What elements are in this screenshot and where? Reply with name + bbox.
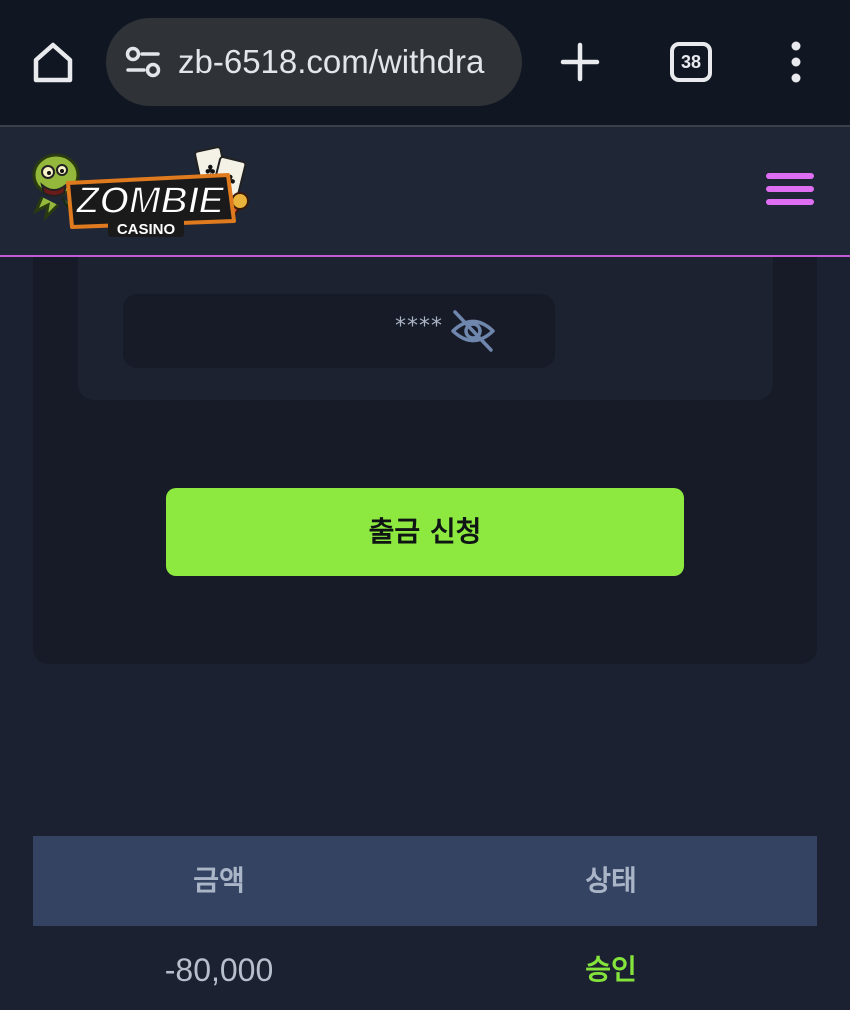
logo-title: ZOMBIE (75, 180, 225, 222)
browser-toolbar: zb-6518.com/withdra 38 (0, 0, 850, 125)
address-bar[interactable]: zb-6518.com/withdra (106, 18, 522, 106)
password-mask: **** (395, 314, 443, 339)
hamburger-icon (766, 173, 814, 205)
tab-switcher-button[interactable]: 38 (670, 42, 712, 82)
home-icon (33, 42, 73, 83)
more-options-button[interactable] (784, 40, 808, 84)
column-header-amount: 금액 (193, 864, 245, 897)
withdraw-password-input[interactable]: **** (123, 294, 555, 368)
row-status: 승인 (585, 953, 637, 986)
zombie-casino-logo[interactable]: ♣ ♣ ZOMBIE CASINO (28, 145, 252, 241)
more-vert-icon (791, 41, 801, 83)
eye-off-icon[interactable] (449, 308, 497, 354)
tune-icon[interactable] (124, 44, 162, 80)
row-amount: -80,000 (164, 952, 274, 988)
home-button[interactable] (28, 38, 78, 88)
withdraw-submit-button[interactable]: 출금 신청 (166, 488, 684, 576)
logo-subtitle: CASINO (117, 221, 176, 238)
url-text[interactable]: zb-6518.com/withdra (178, 40, 508, 84)
site-header: ♣ ♣ ZOMBIE CASINO (0, 125, 850, 257)
plus-icon (560, 42, 600, 82)
hamburger-menu-button[interactable] (766, 173, 814, 211)
new-tab-button[interactable] (556, 38, 604, 86)
table-row: -80,000 승인 (33, 926, 817, 1010)
history-table-header: 금액 상태 (33, 836, 817, 926)
column-header-status: 상태 (585, 864, 637, 897)
tab-count: 38 (680, 52, 702, 72)
